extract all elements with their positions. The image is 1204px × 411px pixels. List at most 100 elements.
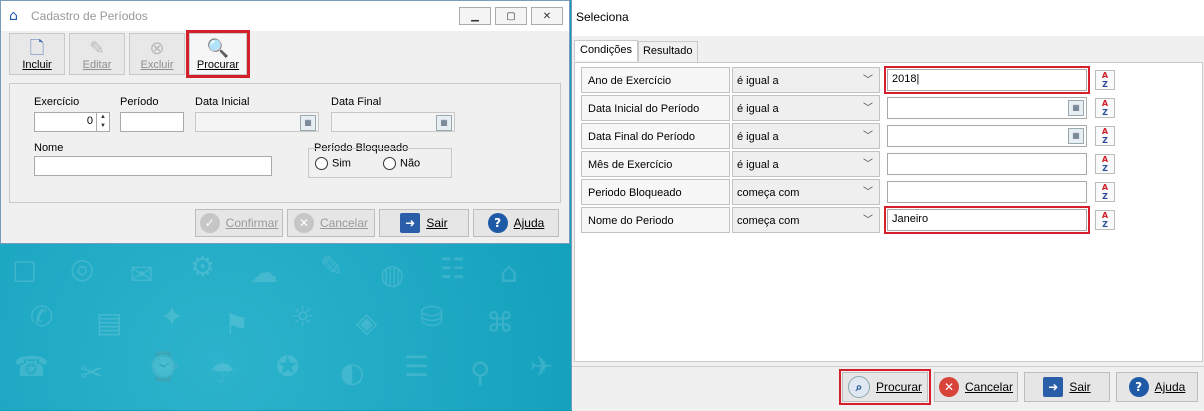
condition-operator-select[interactable]: começa com ﹀: [732, 179, 880, 205]
condition-value-input[interactable]: [887, 181, 1087, 203]
data-final-input[interactable]: ▦: [331, 112, 455, 132]
new-document-icon: 🗋: [29, 38, 45, 59]
sair-right-label: Sair: [1069, 380, 1091, 394]
ano-value: 2018: [892, 73, 917, 85]
cancelar-right-button[interactable]: ✕ Cancelar: [934, 372, 1018, 402]
sort-az-icon[interactable]: AZ: [1095, 182, 1115, 202]
condition-value-input[interactable]: ▦: [887, 97, 1087, 119]
radio-nao[interactable]: Não: [383, 157, 420, 170]
condition-operator-select[interactable]: é igual a ﹀: [732, 95, 880, 121]
sort-az-icon[interactable]: AZ: [1095, 98, 1115, 118]
data-final-label: Data Final: [331, 96, 382, 108]
condition-operator-select[interactable]: começa com ﹀: [732, 207, 880, 233]
nome-label: Nome: [34, 142, 64, 154]
toolbar: 🗋 Incluir ✎ Editar ⊗ Excluir 🔍 Procurar: [9, 30, 250, 78]
cancelar-right-label: Cancelar: [964, 380, 1014, 394]
condition-field: Nome do Periodo: [581, 207, 730, 233]
check-icon: ✓: [199, 213, 220, 233]
condition-field: Data Inicial do Período: [581, 95, 730, 121]
radio-circle-icon: [315, 157, 328, 170]
sort-az-icon[interactable]: AZ: [1095, 154, 1115, 174]
radio-circle-icon: [383, 157, 396, 170]
radio-sim[interactable]: Sim: [315, 157, 351, 170]
condition-value-input[interactable]: ▦: [887, 125, 1087, 147]
edit-document-icon: ✎: [89, 38, 105, 59]
seleciona-window: Seleciona Condições Resultado Ano de Exe…: [571, 0, 1204, 411]
condition-operator: é igual a: [737, 159, 779, 171]
ajuda-right-button[interactable]: ? Ajuda: [1116, 372, 1198, 402]
sort-az-icon[interactable]: AZ: [1095, 126, 1115, 146]
right-bottom-bar: ⌕ Procurar ✕ Cancelar ➜ Sair ? Ajuda: [572, 366, 1204, 411]
procurar-button[interactable]: ⌕ Procurar: [839, 369, 931, 405]
sort-az-icon[interactable]: AZ: [1095, 210, 1115, 230]
nome-value-input[interactable]: Janeiro: [884, 206, 1090, 234]
condition-field: Ano de Exercício: [581, 67, 730, 93]
nome-input[interactable]: [34, 156, 272, 176]
tab-resultado[interactable]: Resultado: [637, 41, 698, 62]
calendar-icon[interactable]: ▦: [300, 115, 316, 131]
condition-row: Data Final do Período é igual a ﹀ ▦ AZ: [581, 123, 1199, 151]
condition-operator: é igual a: [737, 103, 779, 115]
cancel-icon: ✕: [938, 377, 959, 397]
cadastro-periodos-window: ⌂ Cadastro de Períodos ▁ ▢ ✕ 🗋 Incluir ✎…: [0, 0, 570, 244]
editar-button[interactable]: ✎ Editar: [69, 33, 125, 75]
sim-label: Sim: [332, 157, 351, 170]
exercicio-input[interactable]: 0 ▲ ▼: [34, 112, 110, 132]
condition-row: Ano de Exercício é igual a ﹀ 2018| AZ: [581, 66, 1199, 95]
close-button[interactable]: ✕: [531, 7, 563, 25]
cancel-icon: ✕: [293, 213, 314, 233]
confirmar-label: Confirmar: [225, 216, 279, 230]
tab-condicoes[interactable]: Condições: [574, 40, 638, 61]
spinner-icon[interactable]: ▲ ▼: [96, 113, 109, 131]
left-titlebar: ⌂ Cadastro de Períodos ▁ ▢ ✕: [1, 1, 569, 31]
condition-operator-select[interactable]: é igual a ﹀: [732, 67, 880, 93]
search-document-icon: 🔍: [206, 38, 230, 59]
help-icon: ?: [1128, 377, 1149, 397]
chevron-down-icon: ﹀: [863, 187, 873, 198]
condition-row: Nome do Periodo começa com ﹀ Janeiro AZ: [581, 206, 1199, 235]
calendar-icon[interactable]: ▦: [436, 115, 452, 131]
procurar-label: Procurar: [196, 59, 240, 71]
sair-left-button[interactable]: ➜ Sair: [379, 209, 469, 237]
exercicio-value: 0: [86, 115, 93, 127]
condition-field: Periodo Bloqueado: [581, 179, 730, 205]
cancelar-left-button[interactable]: ✕ Cancelar: [287, 209, 375, 237]
ano-value-input[interactable]: 2018|: [884, 66, 1090, 94]
ajuda-right-label: Ajuda: [1154, 380, 1186, 394]
confirmar-button[interactable]: ✓ Confirmar: [195, 209, 283, 237]
periodo-input[interactable]: [120, 112, 184, 132]
calendar-icon[interactable]: ▦: [1068, 128, 1084, 144]
condition-row: Mês de Exercício é igual a ﹀ AZ: [581, 151, 1199, 179]
conditions-panel: Ano de Exercício é igual a ﹀ 2018| AZ Dat…: [574, 62, 1203, 362]
condition-operator-select[interactable]: é igual a ﹀: [732, 151, 880, 177]
data-inicial-input[interactable]: ▦: [195, 112, 319, 132]
incluir-button[interactable]: 🗋 Incluir: [9, 33, 65, 75]
sort-az-icon[interactable]: AZ: [1095, 70, 1115, 90]
periodo-label: Período: [120, 96, 159, 108]
condition-value-input[interactable]: [887, 153, 1087, 175]
excluir-button[interactable]: ⊗ Excluir: [129, 33, 185, 75]
condition-operator-select[interactable]: é igual a ﹀: [732, 123, 880, 149]
delete-document-icon: ⊗: [149, 38, 165, 59]
excluir-label: Excluir: [140, 59, 174, 71]
exit-door-icon: ➜: [1043, 377, 1064, 397]
procurar-toolbar-button[interactable]: 🔍 Procurar: [186, 30, 250, 78]
chevron-down-icon: ﹀: [863, 215, 873, 226]
sair-left-label: Sair: [426, 216, 448, 230]
condition-field: Mês de Exercício: [581, 151, 730, 177]
condition-operator: é igual a: [737, 131, 779, 143]
editar-label: Editar: [82, 59, 112, 71]
help-icon: ?: [487, 213, 508, 233]
form-area: Exercício 0 ▲ ▼ Período Data Inicial ▦ Da…: [9, 83, 561, 203]
right-window-title: Seleciona: [572, 0, 1204, 36]
condition-operator: começa com: [737, 215, 800, 227]
minimize-button[interactable]: ▁: [459, 7, 491, 25]
periodo-bloqueado-group: Sim Não: [308, 148, 452, 178]
ajuda-left-button[interactable]: ? Ajuda: [473, 209, 559, 237]
condition-row: Periodo Bloqueado começa com ﹀ AZ: [581, 179, 1199, 207]
condition-operator: é igual a: [737, 75, 779, 87]
sair-right-button[interactable]: ➜ Sair: [1024, 372, 1110, 402]
calendar-icon[interactable]: ▦: [1068, 100, 1084, 116]
maximize-button[interactable]: ▢: [495, 7, 527, 25]
nao-label: Não: [400, 157, 421, 170]
